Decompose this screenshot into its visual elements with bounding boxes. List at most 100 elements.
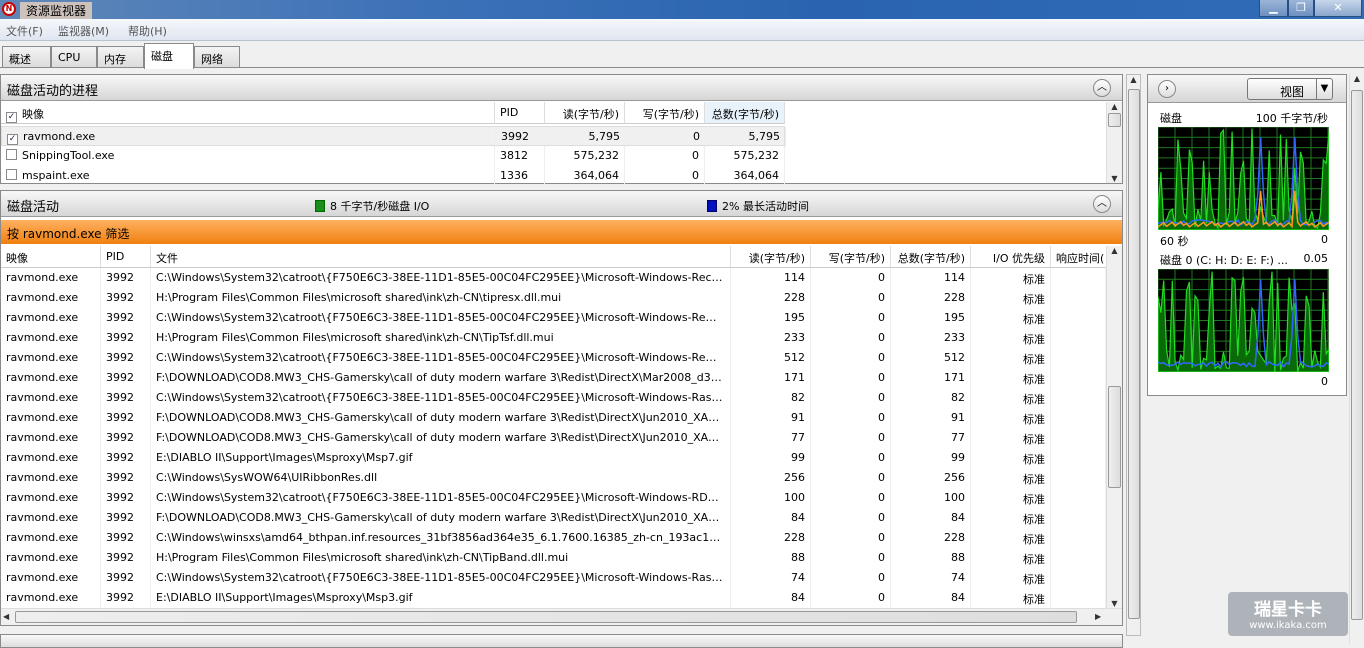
col-total-header[interactable]: 总数(字节/秒) xyxy=(891,246,971,268)
col-io-priority-header[interactable]: I/O 优先级 xyxy=(971,246,1051,268)
col-total-cell: 114 xyxy=(891,268,971,288)
col-image-header[interactable]: 映像 xyxy=(1,246,101,268)
file-row[interactable]: ravmond.exe 3992 C:\Windows\SysWOW64\UIRib… xyxy=(1,468,1106,488)
scroll-thumb[interactable] xyxy=(1108,113,1121,127)
view-button[interactable]: 视图 ▼ xyxy=(1247,78,1333,100)
process-row[interactable]: ✓ ravmond.exe 3992 5,795 0 5,795 xyxy=(1,126,786,147)
close-button[interactable]: ✕ xyxy=(1314,0,1362,17)
process-row[interactable]: mspaint.exe 1336 364,064 0 364,064 xyxy=(1,166,785,184)
col-pid-header[interactable]: PID xyxy=(495,102,545,124)
expand-icon[interactable]: › xyxy=(1158,80,1176,98)
col-write-cell: 0 xyxy=(811,468,891,488)
file-row[interactable]: ravmond.exe 3992 C:\Windows\System32\catro… xyxy=(1,568,1106,588)
disk-table-vscrollbar[interactable]: ▲ ▼ xyxy=(1106,246,1122,608)
menu-file[interactable]: 文件(F) xyxy=(6,23,43,39)
tab-memory[interactable]: 内存 xyxy=(97,46,144,68)
scroll-up-icon[interactable]: ▲ xyxy=(1107,246,1122,255)
process-checkbox[interactable] xyxy=(6,169,17,180)
scroll-thumb[interactable] xyxy=(1128,89,1140,619)
hscroll-thumb[interactable] xyxy=(15,611,1077,623)
process-row[interactable]: SnippingTool.exe 3812 575,232 0 575,232 xyxy=(1,146,785,166)
next-section-header[interactable] xyxy=(0,634,1123,648)
col-write-header[interactable]: 写(字节/秒) xyxy=(811,246,891,268)
tab-cpu[interactable]: CPU xyxy=(51,46,97,68)
file-row[interactable]: ravmond.exe 3992 C:\Windows\System32\catro… xyxy=(1,348,1106,368)
tab-disk[interactable]: 磁盘 xyxy=(144,43,194,69)
dropdown-arrow-icon[interactable]: ▼ xyxy=(1316,79,1332,99)
scroll-thumb[interactable] xyxy=(1351,90,1363,620)
tab-overview[interactable]: 概述 xyxy=(2,46,51,68)
col-read-cell: 88 xyxy=(731,548,811,568)
tab-network[interactable]: 网络 xyxy=(194,46,240,68)
col-io-priority-cell: 标准 xyxy=(971,468,1051,488)
section-header[interactable]: 磁盘活动的进程 xyxy=(1,75,1122,101)
col-read-header[interactable]: 读(字节/秒) xyxy=(731,246,811,268)
section-header[interactable]: 磁盘活动 xyxy=(1,191,1122,217)
cell-text: 5,795 xyxy=(588,130,621,143)
restore-button[interactable]: ❐ xyxy=(1288,0,1314,17)
file-row[interactable]: ravmond.exe 3992 F:\DOWNLOAD\COD8.MW3_CHS-… xyxy=(1,508,1106,528)
scroll-up-icon[interactable]: ▲ xyxy=(1107,102,1122,111)
menu-help[interactable]: 帮助(H) xyxy=(128,23,167,39)
scroll-thumb[interactable] xyxy=(1108,386,1121,488)
process-checkbox[interactable] xyxy=(6,149,17,160)
header-label: I/O 优先级 xyxy=(992,252,1045,265)
col-pid-cell: 3992 xyxy=(101,288,151,308)
col-write-cell: 0 xyxy=(811,568,891,588)
col-total-cell: 84 xyxy=(891,588,971,608)
menu-monitor[interactable]: 监视器(M) xyxy=(58,23,109,39)
file-row[interactable]: ravmond.exe 3992 E:\DIABLO II\Support\Imag… xyxy=(1,588,1106,608)
header-label: 响应时间( xyxy=(1056,252,1105,265)
col-write-cell: 0 xyxy=(811,308,891,328)
scroll-right-icon[interactable]: ▶ xyxy=(1095,612,1101,621)
file-row[interactable]: ravmond.exe 3992 F:\DOWNLOAD\COD8.MW3_CHS-… xyxy=(1,368,1106,388)
col-io-priority-cell: 标准 xyxy=(971,308,1051,328)
col-write-cell: 0 xyxy=(811,508,891,528)
col-pid-cell: 3992 xyxy=(101,348,151,368)
file-row[interactable]: ravmond.exe 3992 C:\Windows\System32\catro… xyxy=(1,308,1106,328)
col-image-cell: ravmond.exe xyxy=(1,448,101,468)
file-row[interactable]: ravmond.exe 3992 H:\Program Files\Common F… xyxy=(1,548,1106,568)
side-scrollbar[interactable]: ▲ xyxy=(1349,74,1364,644)
file-row[interactable]: ravmond.exe 3992 F:\DOWNLOAD\COD8.MW3_CHS-… xyxy=(1,408,1106,428)
filter-bar[interactable]: 按 ravmond.exe 筛选 xyxy=(1,220,1122,244)
file-row[interactable]: ravmond.exe 3992 H:\Program Files\Common F… xyxy=(1,288,1106,308)
scroll-up-icon[interactable]: ▲ xyxy=(1350,74,1364,83)
col-write-cell: 0 xyxy=(811,368,891,388)
scroll-down-icon[interactable]: ▼ xyxy=(1107,599,1122,608)
col-response-time-header[interactable]: 响应时间( xyxy=(1051,246,1106,268)
file-row[interactable]: ravmond.exe 3992 C:\Windows\winsxs\amd64_b… xyxy=(1,528,1106,548)
scroll-left-icon[interactable]: ◀ xyxy=(3,612,9,621)
col-pid-header[interactable]: PID xyxy=(101,246,151,268)
scroll-up-icon[interactable]: ▲ xyxy=(1127,75,1140,84)
main-scrollbar[interactable]: ▲ xyxy=(1126,74,1141,636)
col-write-cell: 0 xyxy=(625,146,705,166)
col-write-header[interactable]: 写(字节/秒) xyxy=(625,102,705,124)
col-file-cell: H:\Program Files\Common Files\microsoft … xyxy=(151,328,731,348)
select-all-checkbox[interactable]: ✓ xyxy=(6,112,17,123)
file-row[interactable]: ravmond.exe 3992 C:\Windows\System32\catro… xyxy=(1,388,1106,408)
disk-table-hscrollbar[interactable]: ◀ ▶ xyxy=(1,608,1122,625)
file-row[interactable]: ravmond.exe 3992 C:\Windows\System32\catro… xyxy=(1,268,1106,288)
process-table-scrollbar[interactable]: ▲ ▼ xyxy=(1106,102,1122,183)
graph2-max: 0.05 xyxy=(1303,252,1329,265)
minimize-button[interactable]: ▁ xyxy=(1259,0,1288,17)
col-read-cell: 171 xyxy=(731,368,811,388)
col-pid-cell: 3992 xyxy=(496,127,546,147)
col-read-header[interactable]: 读(字节/秒) xyxy=(545,102,625,124)
disk-graph xyxy=(1158,127,1329,230)
col-response-time-cell xyxy=(1051,408,1106,428)
file-row[interactable]: ravmond.exe 3992 F:\DOWNLOAD\COD8.MW3_CHS-… xyxy=(1,428,1106,448)
col-response-time-cell xyxy=(1051,388,1106,408)
col-image-header[interactable]: ✓ 映像 xyxy=(1,102,495,124)
collapse-icon[interactable]: ︿ xyxy=(1093,195,1111,213)
file-row[interactable]: ravmond.exe 3992 H:\Program Files\Common F… xyxy=(1,328,1106,348)
file-row[interactable]: ravmond.exe 3992 C:\Windows\System32\catro… xyxy=(1,488,1106,508)
col-file-header[interactable]: 文件 xyxy=(151,246,731,268)
process-checkbox[interactable]: ✓ xyxy=(7,134,18,145)
scroll-down-icon[interactable]: ▼ xyxy=(1107,174,1122,183)
col-total-header[interactable]: 总数(字节/秒) xyxy=(705,102,785,124)
header-label: PID xyxy=(500,106,519,119)
file-row[interactable]: ravmond.exe 3992 E:\DIABLO II\Support\Imag… xyxy=(1,448,1106,468)
collapse-icon[interactable]: ︿ xyxy=(1093,79,1111,97)
